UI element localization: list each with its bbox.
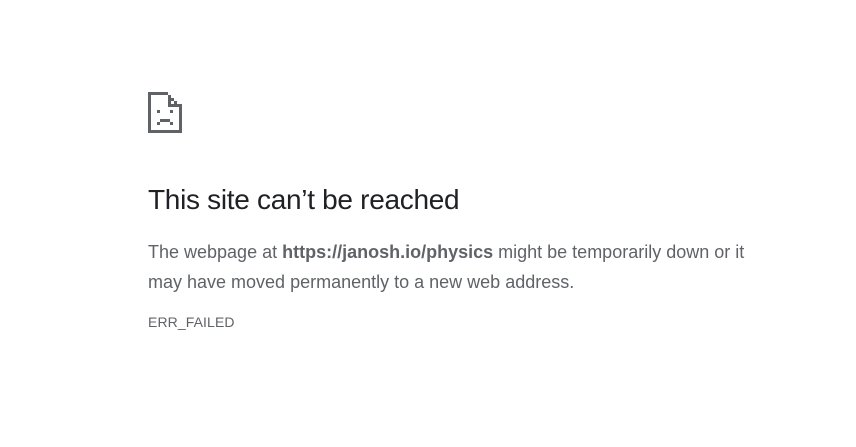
- error-message: The webpage at https://janosh.io/physics…: [148, 237, 768, 297]
- error-code: ERR_FAILED: [148, 314, 235, 330]
- failed-url: https://janosh.io/physics: [282, 242, 494, 262]
- page-title: This site can’t be reached: [148, 184, 460, 215]
- message-prefix: The webpage at: [148, 242, 283, 262]
- sad-document-icon: [148, 92, 182, 133]
